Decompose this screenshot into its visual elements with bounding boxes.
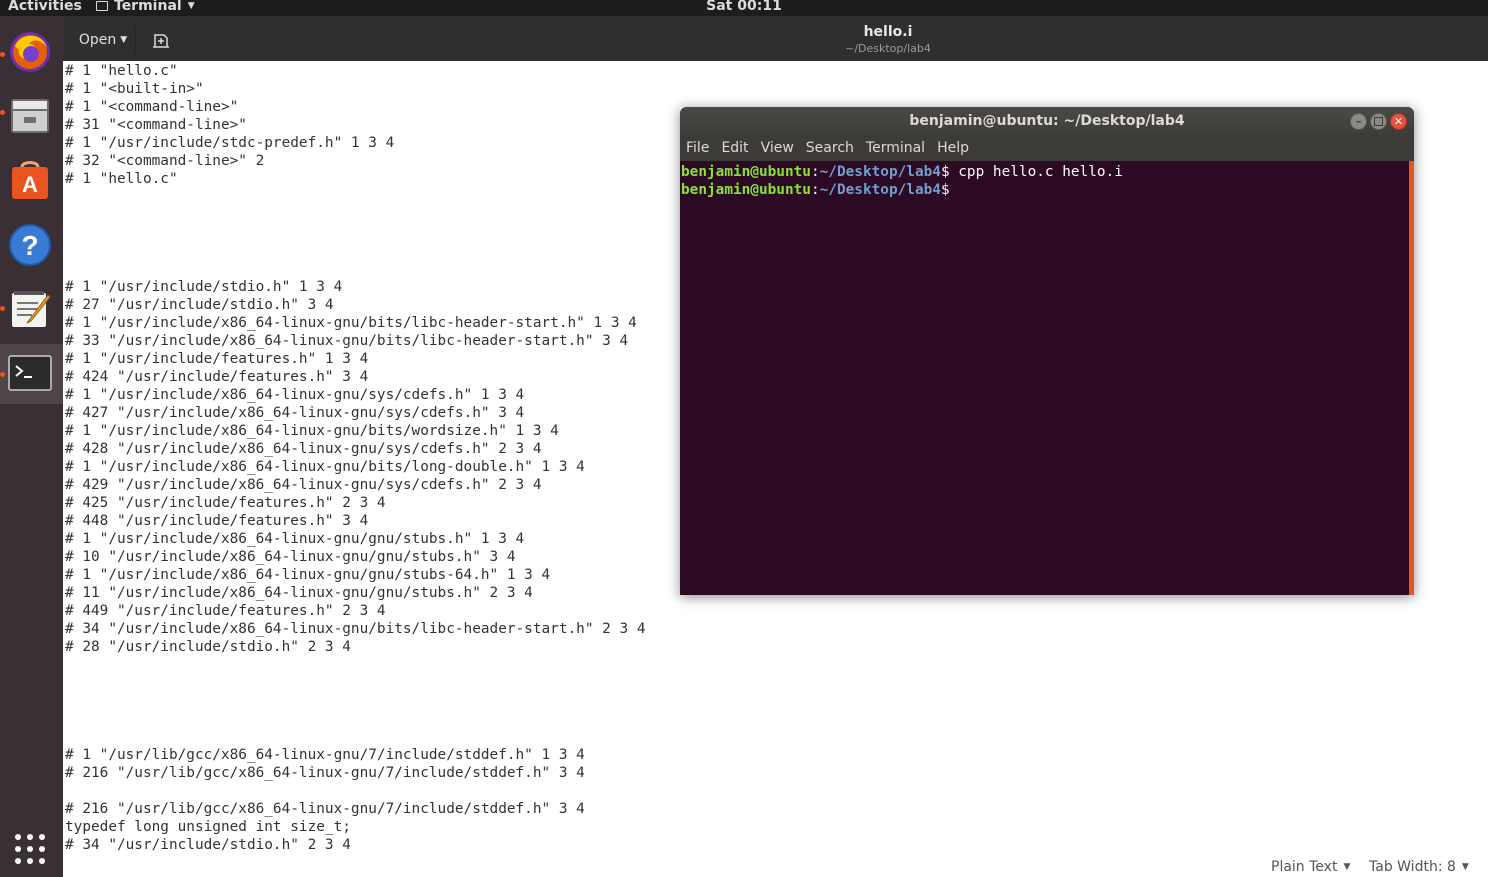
firefox-launcher[interactable] — [5, 26, 55, 76]
files-launcher[interactable] — [5, 90, 55, 140]
activities-button[interactable]: Activities — [8, 0, 82, 14]
running-indicator — [0, 52, 5, 57]
firefox-icon — [10, 32, 50, 72]
editor-line: # 427 "/usr/include/x86_64-linux-gnu/sys… — [65, 405, 525, 421]
minimize-button[interactable]: – — [1350, 113, 1367, 130]
menu-terminal[interactable]: Terminal — [860, 137, 931, 161]
editor-line: # 1 "<built-in>" — [65, 81, 204, 97]
editor-line: # 1 "/usr/include/stdio.h" 1 3 4 — [65, 279, 343, 295]
document-title: hello.i — [863, 24, 913, 40]
terminal-window[interactable]: benjamin@ubuntu: ~/Desktop/lab4 – ✕ File… — [680, 107, 1414, 595]
terminal-launcher[interactable] — [5, 349, 55, 399]
terminal-icon — [8, 355, 52, 391]
editor-line: # 1 "/usr/include/stdc-predef.h" 1 3 4 — [65, 135, 395, 151]
editor-line: # 1 "/usr/include/x86_64-linux-gnu/bits/… — [65, 315, 637, 331]
files-icon — [11, 99, 49, 133]
menu-view[interactable]: View — [755, 137, 800, 161]
menu-help[interactable]: Help — [931, 137, 975, 161]
editor-line: # 31 "<command-line>" — [65, 117, 247, 133]
close-icon: ✕ — [1393, 115, 1404, 128]
svg-text:?: ? — [21, 230, 38, 261]
editor-line: # 34 "/usr/include/stdio.h" 2 3 4 — [65, 837, 351, 853]
editor-line: # 33 "/usr/include/x86_64-linux-gnu/bits… — [65, 333, 629, 349]
editor-line: # 428 "/usr/include/x86_64-linux-gnu/sys… — [65, 441, 542, 457]
editor-line: # 27 "/usr/include/stdio.h" 3 4 — [65, 297, 334, 313]
tab-width-selector[interactable]: Tab Width: 8 ▼ — [1369, 859, 1469, 875]
software-launcher[interactable]: A — [5, 154, 55, 204]
editor-line: typedef long unsigned int size_t; — [65, 819, 351, 835]
editor-line: # 1 "/usr/include/features.h" 1 3 4 — [65, 351, 369, 367]
tab-width-label: Tab Width: 8 — [1369, 859, 1456, 875]
editor-line: # 216 "/usr/lib/gcc/x86_64-linux-gnu/7/i… — [65, 801, 585, 817]
terminal-command: $ cpp hello.c hello.i — [940, 164, 1123, 180]
dock: A ? — [0, 16, 63, 877]
help-icon: ? — [9, 224, 51, 266]
show-applications-button[interactable] — [5, 824, 55, 874]
text-editor-launcher[interactable] — [5, 284, 55, 334]
app-menu-label: Terminal — [114, 0, 182, 14]
minimize-icon: – — [1355, 115, 1362, 128]
terminal-titlebar[interactable]: benjamin@ubuntu: ~/Desktop/lab4 – ✕ — [680, 107, 1414, 137]
running-indicator — [0, 372, 5, 377]
editor-line: # 1 "hello.c" — [65, 171, 178, 187]
editor-line: # 34 "/usr/include/x86_64-linux-gnu/bits… — [65, 621, 646, 637]
editor-line: # 449 "/usr/include/features.h" 2 3 4 — [65, 603, 386, 619]
editor-line: # 216 "/usr/lib/gcc/x86_64-linux-gnu/7/i… — [65, 765, 585, 781]
app-menu[interactable]: Terminal ▼ — [96, 0, 195, 14]
document-path: ~/Desktop/lab4 — [845, 42, 931, 55]
prompt-path: ~/Desktop/lab4 — [819, 164, 941, 180]
terminal-command: $ — [940, 182, 950, 198]
prompt-path: ~/Desktop/lab4 — [819, 182, 941, 198]
editor-line: # 1 "/usr/lib/gcc/x86_64-linux-gnu/7/inc… — [65, 747, 585, 763]
editor-line: # 1 "/usr/include/x86_64-linux-gnu/gnu/s… — [65, 567, 551, 583]
maximize-icon — [1374, 117, 1383, 126]
editor-line: # 1 "/usr/include/x86_64-linux-gnu/bits/… — [65, 423, 559, 439]
menu-edit[interactable]: Edit — [715, 137, 754, 161]
menu-search[interactable]: Search — [800, 137, 860, 161]
terminal-output[interactable]: benjamin@ubuntu:~/Desktop/lab4$ cpp hell… — [680, 161, 1409, 595]
editor-line: # 429 "/usr/include/x86_64-linux-gnu/sys… — [65, 477, 542, 493]
top-bar: Activities Terminal ▼ Sat 00:11 — [0, 0, 1488, 16]
gedit-headerbar: Open ▼ hello.i ~/Desktop/lab4 — [63, 16, 1488, 61]
chevron-down-icon: ▼ — [187, 1, 195, 11]
editor-line: # 448 "/usr/include/features.h" 3 4 — [65, 513, 369, 529]
terminal-scrollbar[interactable] — [1409, 161, 1414, 595]
editor-line: # 11 "/usr/include/x86_64-linux-gnu/gnu/… — [65, 585, 533, 601]
running-indicator — [0, 110, 5, 115]
svg-text:A: A — [22, 172, 38, 197]
editor-line: # 10 "/usr/include/x86_64-linux-gnu/gnu/… — [65, 549, 516, 565]
editor-line: # 424 "/usr/include/features.h" 3 4 — [65, 369, 369, 385]
chevron-down-icon: ▼ — [1343, 862, 1351, 872]
terminal-line: benjamin@ubuntu:~/Desktop/lab4$ — [681, 182, 950, 198]
prompt-user: benjamin@ubuntu — [681, 182, 811, 198]
terminal-title: benjamin@ubuntu: ~/Desktop/lab4 — [909, 113, 1185, 129]
running-indicator — [0, 306, 5, 311]
prompt-user: benjamin@ubuntu — [681, 164, 811, 180]
terminal-line: benjamin@ubuntu:~/Desktop/lab4$ cpp hell… — [681, 164, 1123, 180]
menu-file[interactable]: File — [680, 137, 715, 161]
software-center-icon: A — [12, 161, 48, 199]
clock[interactable]: Sat 00:11 — [706, 0, 782, 14]
chevron-down-icon: ▼ — [1461, 862, 1469, 872]
editor-line: # 1 "/usr/include/x86_64-linux-gnu/bits/… — [65, 459, 585, 475]
terminal-small-icon — [96, 1, 108, 11]
editor-line: # 1 "/usr/include/x86_64-linux-gnu/gnu/s… — [65, 531, 525, 547]
help-launcher[interactable]: ? — [5, 220, 55, 270]
terminal-menubar: File Edit View Search Terminal Help — [680, 137, 1414, 161]
language-label: Plain Text — [1271, 859, 1338, 875]
editor-line: # 32 "<command-line>" 2 — [65, 153, 265, 169]
editor-line: # 425 "/usr/include/features.h" 2 3 4 — [65, 495, 386, 511]
editor-line: # 1 "<command-line>" — [65, 99, 239, 115]
editor-line: # 28 "/usr/include/stdio.h" 2 3 4 — [65, 639, 351, 655]
language-selector[interactable]: Plain Text ▼ — [1271, 859, 1350, 875]
close-button[interactable]: ✕ — [1390, 113, 1407, 130]
maximize-button[interactable] — [1370, 113, 1387, 130]
text-editor-icon — [12, 291, 51, 327]
editor-line: # 1 "/usr/include/x86_64-linux-gnu/sys/c… — [65, 387, 525, 403]
status-bar: Plain Text ▼ Tab Width: 8 ▼ — [63, 856, 1488, 877]
show-applications-icon — [15, 834, 45, 864]
editor-line: # 1 "hello.c" — [65, 63, 178, 79]
